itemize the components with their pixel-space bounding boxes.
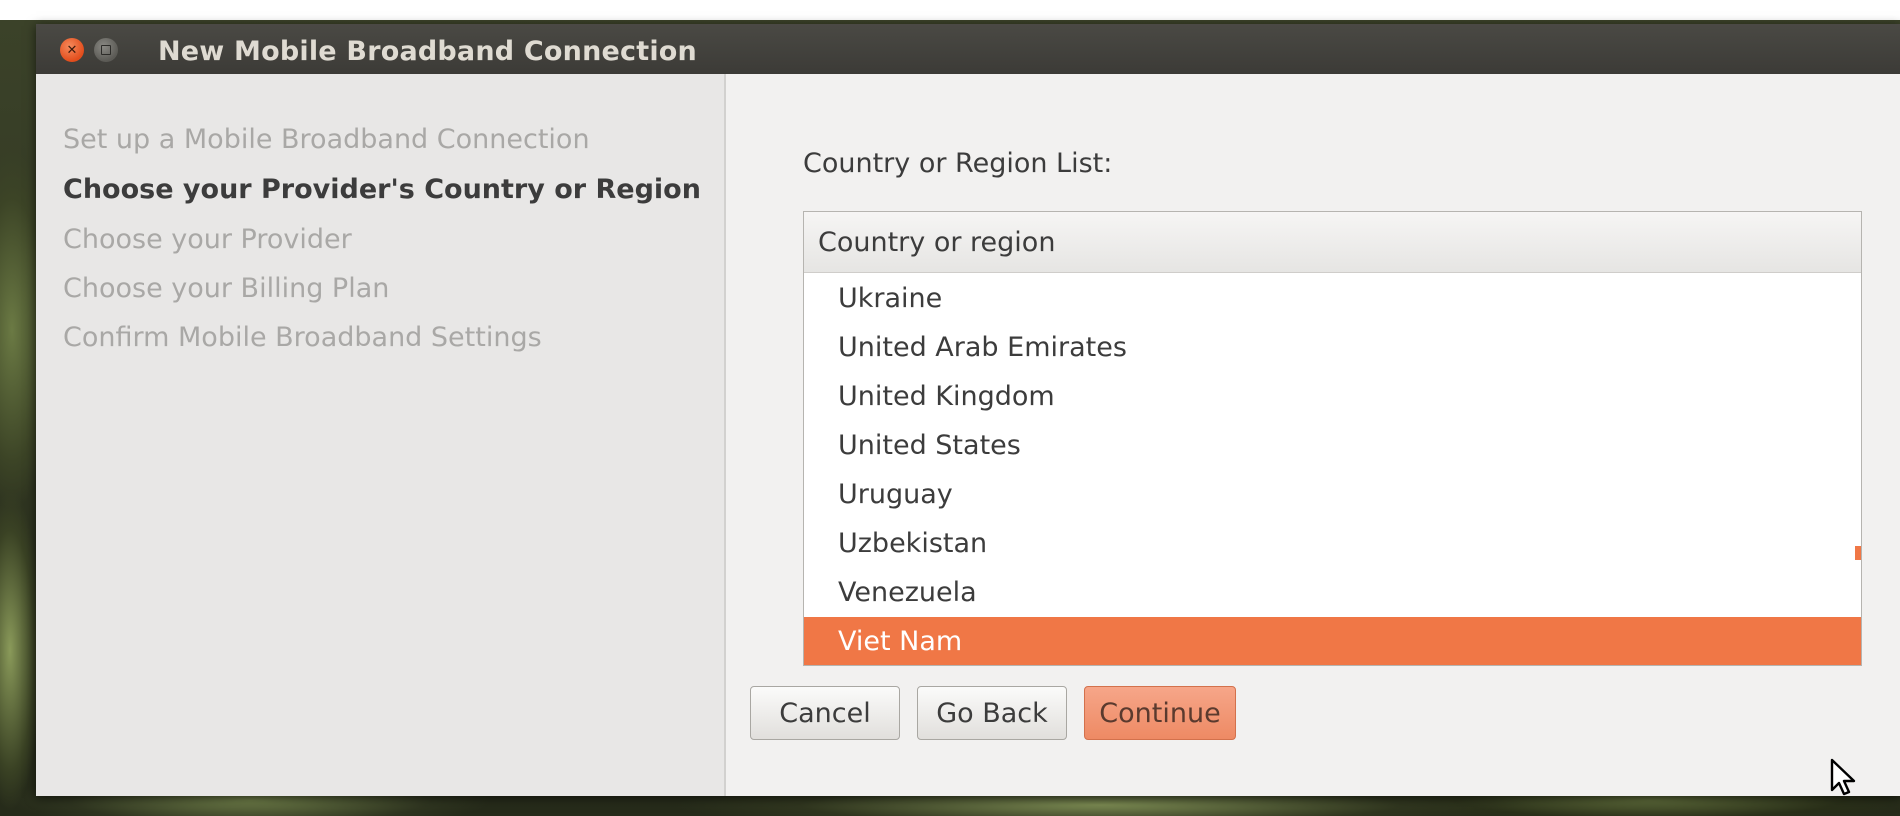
list-scrollbar[interactable] xyxy=(1855,546,1861,560)
close-icon: ✕ xyxy=(66,42,78,58)
step-confirm-settings: Confirm Mobile Broadband Settings xyxy=(63,322,542,353)
cancel-button[interactable]: Cancel xyxy=(750,686,900,740)
maximize-icon xyxy=(101,45,111,55)
step-choose-country: Choose your Provider's Country or Region xyxy=(63,174,701,205)
window-title: New Mobile Broadband Connection xyxy=(158,36,697,67)
step-choose-billing-plan: Choose your Billing Plan xyxy=(63,273,390,304)
list-item-united-kingdom[interactable]: United Kingdom xyxy=(804,372,1861,421)
broadband-wizard-window: ✕ New Mobile Broadband Connection Set up… xyxy=(36,24,1900,796)
close-window-button[interactable]: ✕ xyxy=(60,38,84,62)
country-rows: Ukraine United Arab Emirates United King… xyxy=(804,274,1861,665)
go-back-button[interactable]: Go Back xyxy=(917,686,1067,740)
column-header-label: Country or region xyxy=(818,226,1056,258)
column-header-country[interactable]: Country or region xyxy=(804,212,1861,273)
maximize-window-button[interactable] xyxy=(94,38,118,62)
list-item-uruguay[interactable]: Uruguay xyxy=(804,470,1861,519)
list-item-uzbekistan[interactable]: Uzbekistan xyxy=(804,519,1861,568)
wizard-steps-sidebar: Set up a Mobile Broadband Connection Cho… xyxy=(36,74,726,796)
mouse-pointer-icon xyxy=(1830,758,1856,796)
list-item-viet-nam-selected[interactable]: Viet Nam xyxy=(804,617,1861,665)
step-choose-provider: Choose your Provider xyxy=(63,224,352,255)
window-titlebar[interactable]: ✕ New Mobile Broadband Connection xyxy=(36,24,1900,74)
wizard-content: Country or Region List: Country or regio… xyxy=(726,74,1900,796)
list-item-venezuela[interactable]: Venezuela xyxy=(804,568,1861,617)
country-listbox[interactable]: Country or region Ukraine United Arab Em… xyxy=(803,211,1862,666)
country-list-label: Country or Region List: xyxy=(803,148,1113,179)
continue-button[interactable]: Continue xyxy=(1084,686,1236,740)
list-item-united-arab-emirates[interactable]: United Arab Emirates xyxy=(804,323,1861,372)
list-item-ukraine[interactable]: Ukraine xyxy=(804,274,1861,323)
step-setup: Set up a Mobile Broadband Connection xyxy=(63,124,590,155)
list-item-united-states[interactable]: United States xyxy=(804,421,1861,470)
